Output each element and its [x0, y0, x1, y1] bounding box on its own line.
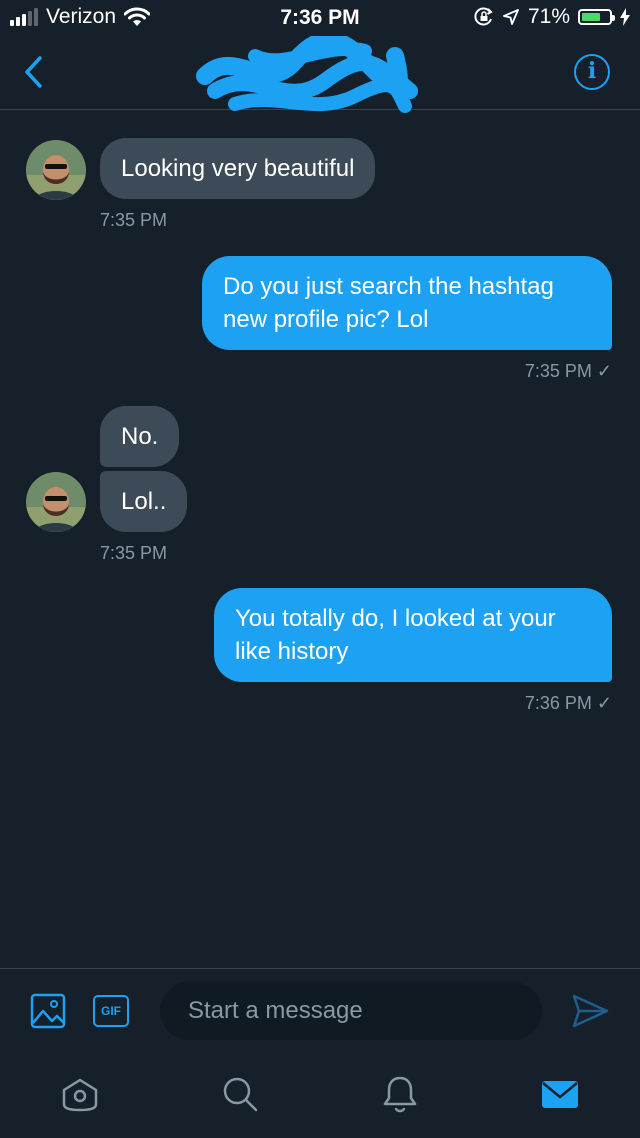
info-icon[interactable]: i	[574, 54, 610, 90]
status-right: 71%	[474, 5, 630, 29]
home-icon[interactable]	[58, 1072, 102, 1116]
incoming-message: Looking very beautiful	[100, 138, 376, 199]
mail-icon[interactable]	[538, 1072, 582, 1116]
chevron-left-icon[interactable]	[20, 54, 50, 90]
battery-icon	[578, 9, 615, 25]
incoming-message: Lol..	[100, 471, 188, 532]
bell-icon[interactable]	[378, 1072, 422, 1116]
send-icon[interactable]	[570, 993, 610, 1029]
redacted-name-scribble	[196, 36, 418, 113]
gif-button[interactable]: GIF	[93, 995, 129, 1027]
battery-percent: 71%	[527, 5, 570, 28]
avatar[interactable]	[26, 472, 86, 532]
conversation-header: i	[0, 36, 640, 113]
search-icon[interactable]	[218, 1072, 262, 1116]
orientation-lock-icon	[474, 7, 493, 26]
bottom-tab-bar	[0, 1058, 640, 1138]
message-timestamp: 7:35 PM	[100, 210, 168, 230]
avatar[interactable]	[26, 140, 86, 200]
status-bar: Verizon 7:36 PM 71%	[0, 0, 640, 36]
message-timestamp: 7:35 PM	[100, 543, 168, 563]
message-timestamp: 7:35 PM ✓	[524, 361, 612, 381]
message-timestamp: 7:36 PM ✓	[524, 693, 612, 713]
location-arrow-icon	[503, 9, 519, 25]
outgoing-message: Do you just search the hashtag new profi…	[202, 256, 612, 350]
outgoing-message: You totally do, I looked at your like hi…	[214, 588, 612, 682]
message-composer: GIF	[0, 968, 640, 1059]
charging-bolt-icon	[620, 8, 630, 26]
incoming-message: No.	[100, 406, 180, 467]
image-icon[interactable]	[30, 993, 66, 1029]
message-input[interactable]	[160, 982, 542, 1040]
